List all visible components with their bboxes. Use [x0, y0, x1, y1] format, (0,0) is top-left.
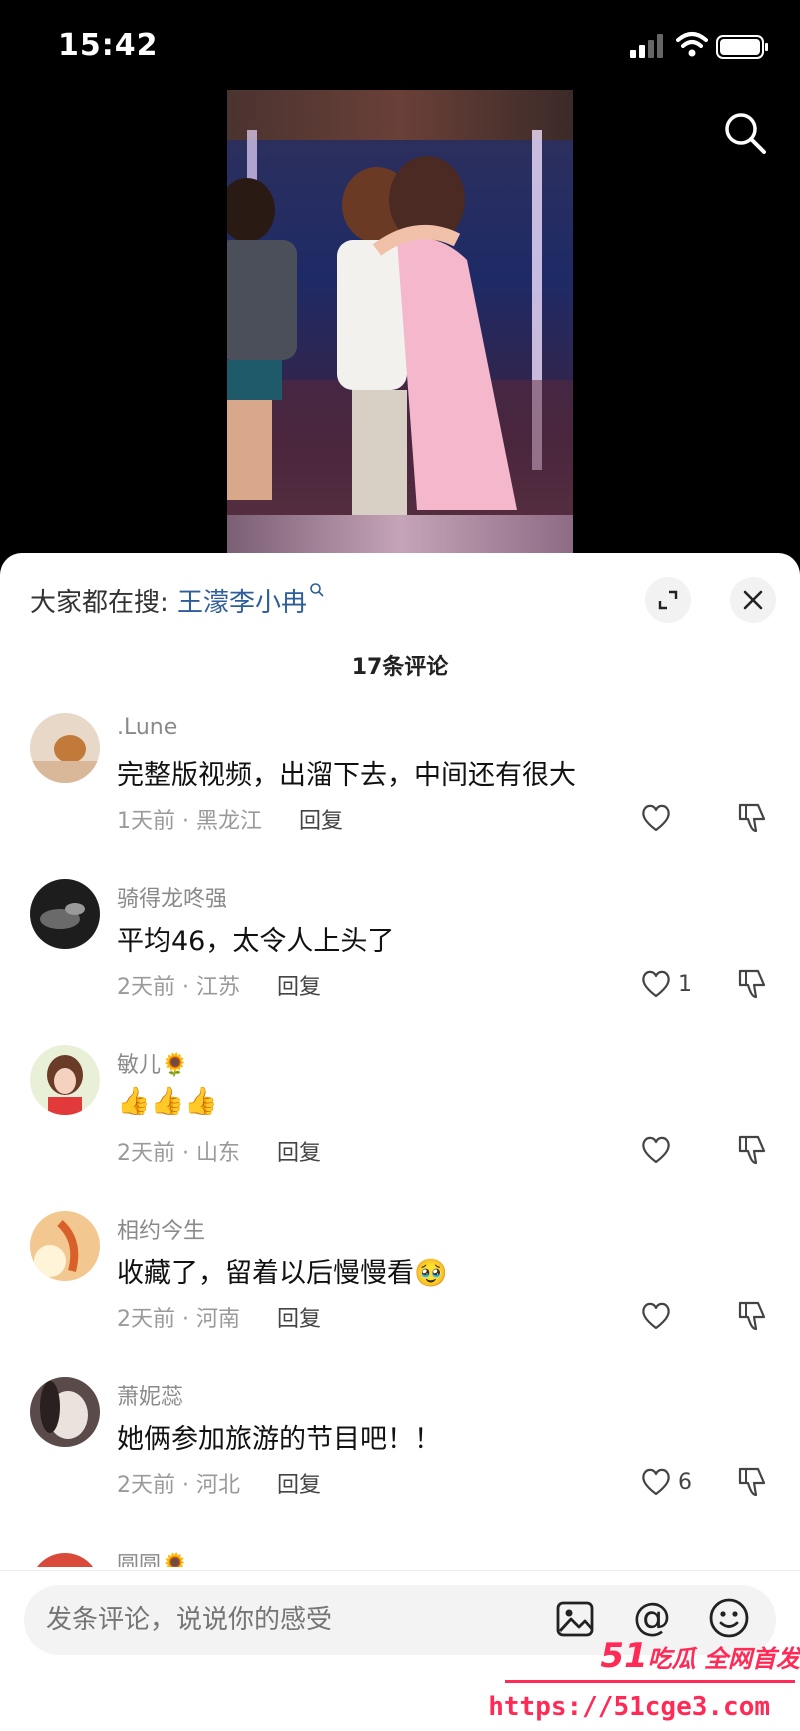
comment-text: 平均46，太令人上头了 — [117, 926, 395, 957]
like-button[interactable]: 6 — [640, 1465, 692, 1499]
heart-icon — [642, 970, 670, 998]
comment-list: .Lune 完整版视频，出溜下去，中间还有很大 1天前 · 黑龙江 回复 骑得龙… — [0, 713, 800, 1543]
avatar[interactable] — [30, 1211, 100, 1281]
reply-button[interactable]: 回复 — [277, 1307, 321, 1332]
dislike-icon[interactable] — [736, 801, 768, 835]
comment-username[interactable]: 骑得龙咚强 — [117, 881, 227, 913]
watermark-url: https://51cge3.com — [488, 1692, 770, 1722]
heart-icon — [642, 804, 670, 832]
like-count: 1 — [678, 971, 692, 997]
watermark: 51吃瓜 全网首发 https://51cge3.com — [488, 1636, 800, 1731]
like-button[interactable]: 1 — [640, 967, 692, 1001]
comment-time-location: 1天前 · 黑龙江 — [117, 809, 262, 834]
comment-username-text: 圆圆 — [117, 1553, 162, 1567]
comment-username[interactable]: 萧妮蕊 — [117, 1379, 183, 1411]
comment-item[interactable]: 敏儿🌻 👍👍👍 2天前 · 山东 回复 — [0, 1045, 800, 1211]
expand-icon — [658, 590, 678, 610]
search-suggestion[interactable]: 大家都在搜: 王濛李小冉 — [30, 582, 325, 619]
search-suggestion-keyword[interactable]: 王濛李小冉 — [177, 588, 307, 618]
comment-text: 她俩参加旅游的节目吧！！ — [117, 1424, 441, 1455]
reply-button[interactable]: 回复 — [299, 809, 343, 834]
dislike-icon[interactable] — [736, 967, 768, 1001]
watermark-underline — [505, 1680, 795, 1683]
like-button[interactable] — [640, 1133, 678, 1167]
comment-time-location: 2天前 · 江苏 — [117, 975, 240, 1000]
sheet-header: 大家都在搜: 王濛李小冉 — [0, 553, 800, 623]
like-button[interactable] — [640, 1299, 678, 1333]
comment-item[interactable]: 骑得龙咚强 平均46，太令人上头了 2天前 · 江苏 回复 1 — [0, 879, 800, 1045]
comment-username[interactable]: .Lune — [117, 715, 177, 740]
reply-button[interactable]: 回复 — [277, 975, 321, 1000]
comment-text: 收藏了，留着以后慢慢看🥹 — [117, 1258, 448, 1289]
comment-item-partial[interactable]: 圆圆🌻 — [0, 1547, 800, 1567]
sunflower-badge: 🌻 — [161, 1553, 189, 1567]
reply-button[interactable]: 回复 — [277, 1141, 321, 1166]
comment-count: 17条评论 — [351, 655, 449, 680]
dislike-icon[interactable] — [736, 1465, 768, 1499]
comment-meta: 1天前 · 黑龙江 回复 — [117, 803, 343, 835]
dislike-icon[interactable] — [736, 1133, 768, 1167]
comment-item[interactable]: .Lune 完整版视频，出溜下去，中间还有很大 1天前 · 黑龙江 回复 — [0, 713, 800, 879]
comment-username[interactable]: 敏儿🌻 — [117, 1047, 188, 1079]
comment-meta: 2天前 · 江苏 回复 — [117, 969, 321, 1001]
watermark-brand-number: 51 — [600, 1636, 648, 1676]
comment-meta: 2天前 · 河南 回复 — [117, 1301, 321, 1333]
close-button[interactable] — [730, 577, 776, 623]
watermark-brand: 51吃瓜 全网首发 — [600, 1636, 800, 1676]
close-icon — [743, 590, 763, 610]
video-player[interactable] — [0, 90, 800, 560]
avatar[interactable] — [30, 1553, 100, 1567]
comment-time-location: 2天前 · 河南 — [117, 1307, 240, 1332]
status-time: 15:42 — [58, 28, 159, 63]
mention-button[interactable]: @ — [630, 1595, 674, 1639]
signal-icon — [630, 34, 663, 58]
image-icon[interactable] — [555, 1599, 595, 1639]
search-suggestion-prefix: 大家都在搜: — [30, 588, 169, 618]
heart-icon — [642, 1136, 670, 1164]
comment-text: 👍👍👍 — [117, 1086, 218, 1117]
avatar[interactable] — [30, 1377, 100, 1447]
search-icon[interactable] — [722, 110, 768, 156]
like-button[interactable] — [640, 801, 678, 835]
sunflower-badge: 🌻 — [161, 1053, 189, 1078]
small-search-icon — [310, 583, 324, 597]
expand-button[interactable] — [645, 577, 691, 623]
comment-username[interactable]: 相约今生 — [117, 1213, 205, 1245]
comment-text: 完整版视频，出溜下去，中间还有很大 — [117, 760, 576, 791]
avatar[interactable] — [30, 713, 100, 783]
status-bar: 15:42 — [0, 0, 800, 95]
comment-item[interactable]: 相约今生 收藏了，留着以后慢慢看🥹 2天前 · 河南 回复 — [0, 1211, 800, 1377]
heart-icon — [642, 1302, 670, 1330]
comment-time-location: 2天前 · 河北 — [117, 1473, 240, 1498]
video-scene — [227, 130, 573, 560]
comment-item[interactable]: 萧妮蕊 她俩参加旅游的节目吧！！ 2天前 · 河北 回复 6 — [0, 1377, 800, 1543]
comment-username-text: 敏儿 — [117, 1053, 162, 1078]
comment-meta: 2天前 · 山东 回复 — [117, 1135, 321, 1167]
watermark-brand-text: 吃瓜 全网首发 — [647, 1645, 800, 1673]
comment-meta: 2天前 · 河北 回复 — [117, 1467, 321, 1499]
heart-icon — [642, 1468, 670, 1496]
comment-username[interactable]: 圆圆🌻 — [117, 1547, 188, 1567]
emoji-icon[interactable] — [708, 1597, 750, 1639]
wifi-icon — [676, 32, 708, 57]
avatar[interactable] — [30, 879, 100, 949]
dislike-icon[interactable] — [736, 1299, 768, 1333]
battery-icon — [716, 35, 768, 59]
reply-button[interactable]: 回复 — [277, 1473, 321, 1498]
avatar[interactable] — [30, 1045, 100, 1115]
comment-time-location: 2天前 · 山东 — [117, 1141, 240, 1166]
video-frame[interactable] — [227, 90, 573, 560]
like-count: 6 — [678, 1469, 692, 1495]
